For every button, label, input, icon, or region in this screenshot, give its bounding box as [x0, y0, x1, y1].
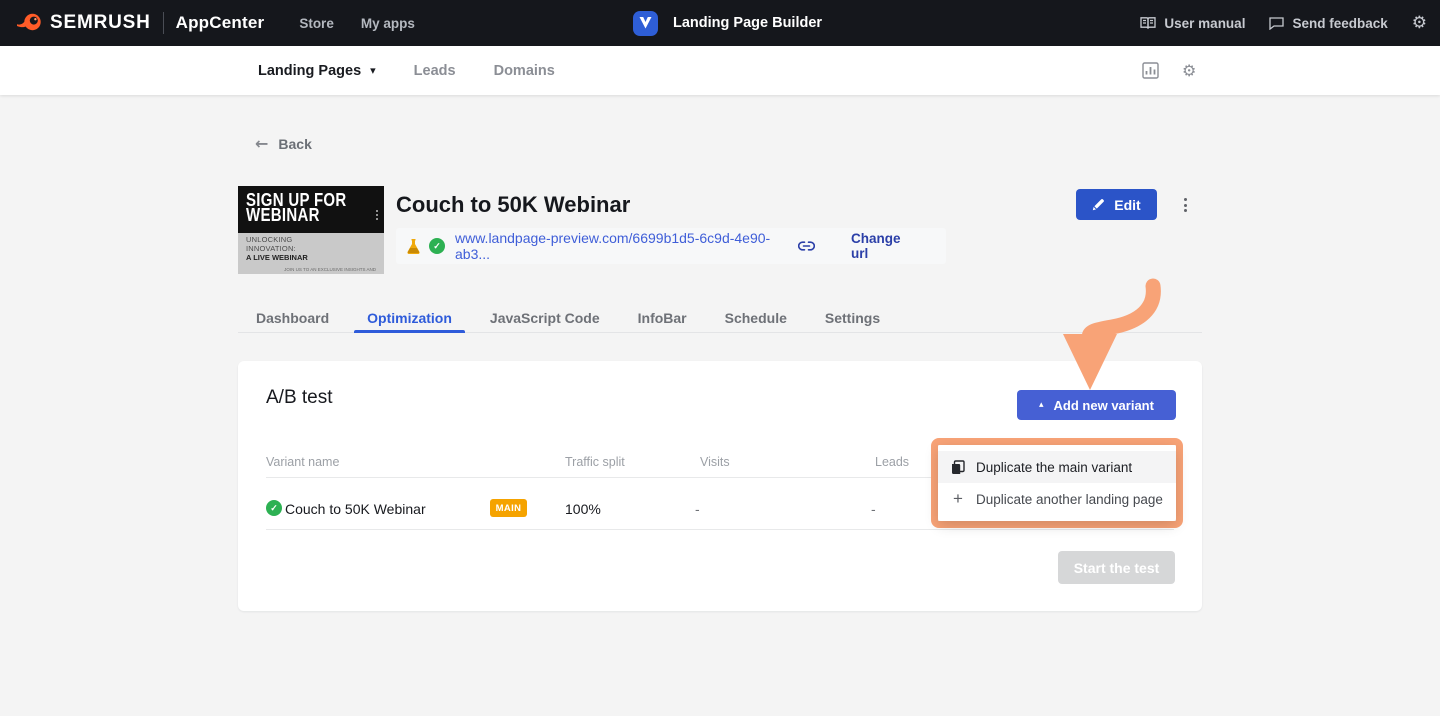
pencil-icon	[1092, 198, 1105, 211]
topbar-settings-gear-icon[interactable]: ⚙	[1412, 15, 1427, 32]
edit-label: Edit	[1114, 197, 1140, 213]
landing-page-builder-app-icon	[633, 11, 658, 36]
thumbnail-body: UNLOCKING INNOVATION: A LIVE WEBINAR JOI…	[238, 233, 384, 274]
main-badge: MAIN	[490, 499, 527, 517]
tab-schedule[interactable]: Schedule	[712, 303, 800, 332]
subnav-leads[interactable]: Leads	[414, 63, 456, 79]
book-icon	[1140, 16, 1156, 30]
send-feedback-link[interactable]: Send feedback	[1269, 16, 1387, 31]
topbar-right: User manual Send feedback ⚙	[1140, 0, 1427, 46]
column-visits: Visits	[700, 455, 730, 469]
subnav-domains[interactable]: Domains	[494, 63, 555, 79]
back-label: Back	[278, 136, 311, 152]
topbar-divider	[163, 12, 164, 34]
page-tabs: Dashboard Optimization JavaScript Code I…	[238, 303, 1202, 333]
back-arrow-icon: ←	[255, 134, 268, 153]
tab-javascript-code[interactable]: JavaScript Code	[477, 303, 613, 332]
thumbnail-fineprint: JOIN US TO AN EXCLUSIVE INSIGHTS AND STR…	[246, 267, 376, 274]
column-variant-name: Variant name	[266, 455, 339, 469]
thumbnail-hero: SIGN UP FOR WEBINAR	[238, 186, 384, 233]
chevron-down-icon: ▾	[370, 64, 376, 77]
thumbnail-sub-3: A LIVE WEBINAR	[246, 253, 376, 262]
menu-item-duplicate-main-variant[interactable]: Duplicate the main variant	[938, 451, 1176, 483]
table-divider	[266, 529, 1174, 530]
tab-dashboard[interactable]: Dashboard	[243, 303, 342, 332]
column-traffic-split: Traffic split	[565, 455, 625, 469]
user-manual-link[interactable]: User manual	[1140, 16, 1245, 31]
subnav-icons: ⚙	[1142, 46, 1196, 95]
app-title: Landing Page Builder	[673, 15, 822, 31]
start-test-button[interactable]: Start the test	[1058, 551, 1175, 584]
add-new-variant-label: Add new variant	[1054, 398, 1154, 413]
thumbnail-kebab-icon	[376, 210, 378, 220]
landing-pages-label: Landing Pages	[258, 63, 361, 79]
variant-leads: -	[871, 501, 876, 517]
nav-my-apps[interactable]: My apps	[361, 16, 415, 31]
appcenter-wordmark: AppCenter	[176, 13, 265, 33]
page-title: Couch to 50K Webinar	[396, 192, 630, 218]
ab-test-heading: A/B test	[266, 387, 333, 409]
variant-name[interactable]: Couch to 50K Webinar	[285, 501, 426, 517]
brand-wordmark: SEMRUSH	[50, 12, 151, 34]
semrush-logo-icon[interactable]	[16, 11, 42, 35]
analytics-chart-icon[interactable]	[1142, 62, 1159, 79]
chevron-up-icon: ▴	[1039, 400, 1044, 410]
duplicate-icon	[951, 460, 965, 475]
user-manual-label: User manual	[1164, 16, 1245, 31]
change-url-link[interactable]: Change url	[851, 231, 920, 261]
copy-link-icon[interactable]	[798, 241, 815, 251]
app-window: SEMRUSH AppCenter Store My apps Landing …	[0, 0, 1440, 716]
topbar-left: SEMRUSH AppCenter Store My apps	[0, 11, 415, 35]
landing-pages-dropdown[interactable]: Landing Pages ▾	[258, 63, 376, 79]
tab-infobar[interactable]: InfoBar	[625, 303, 700, 332]
back-button[interactable]: ← Back	[255, 134, 312, 153]
nav-store[interactable]: Store	[299, 16, 334, 31]
flask-icon	[406, 238, 421, 255]
plus-icon: +	[951, 489, 965, 509]
add-variant-dropdown-menu: Duplicate the main variant + Duplicate a…	[938, 445, 1176, 521]
feedback-bubble-icon	[1269, 16, 1284, 30]
add-new-variant-button[interactable]: ▴ Add new variant	[1017, 390, 1176, 420]
landing-page-thumbnail: SIGN UP FOR WEBINAR UNLOCKING INNOVATION…	[238, 186, 384, 274]
topbar-nav: Store My apps	[299, 16, 415, 31]
thumbnail-headline-2: WEBINAR	[246, 206, 376, 225]
landing-page-url[interactable]: www.landpage-preview.com/6699b1d5-6c9d-4…	[455, 230, 798, 262]
thumbnail-sub-2: INNOVATION:	[246, 245, 376, 254]
edit-button[interactable]: Edit	[1076, 189, 1157, 220]
topbar-app-group: Landing Page Builder	[633, 0, 822, 46]
subnav-settings-gear-icon[interactable]: ⚙	[1182, 63, 1196, 79]
tab-settings[interactable]: Settings	[812, 303, 893, 332]
variant-traffic-split: 100%	[565, 501, 601, 517]
topbar: SEMRUSH AppCenter Store My apps Landing …	[0, 0, 1440, 46]
url-bar: ✓ www.landpage-preview.com/6699b1d5-6c9d…	[396, 228, 946, 264]
tab-optimization[interactable]: Optimization	[354, 303, 465, 332]
menu-item-duplicate-another-page[interactable]: + Duplicate another landing page	[938, 483, 1176, 515]
send-feedback-label: Send feedback	[1292, 16, 1387, 31]
column-leads: Leads	[875, 455, 909, 469]
variant-visits: -	[695, 501, 700, 517]
variant-published-check-icon: ✓	[266, 500, 282, 516]
menu-item-label: Duplicate another landing page	[976, 492, 1163, 507]
menu-item-label: Duplicate the main variant	[976, 460, 1132, 475]
url-verified-icon: ✓	[429, 238, 445, 254]
page-kebab-menu-icon[interactable]	[1179, 194, 1191, 216]
app-subnav: Landing Pages ▾ Leads Domains ⚙	[0, 46, 1440, 95]
